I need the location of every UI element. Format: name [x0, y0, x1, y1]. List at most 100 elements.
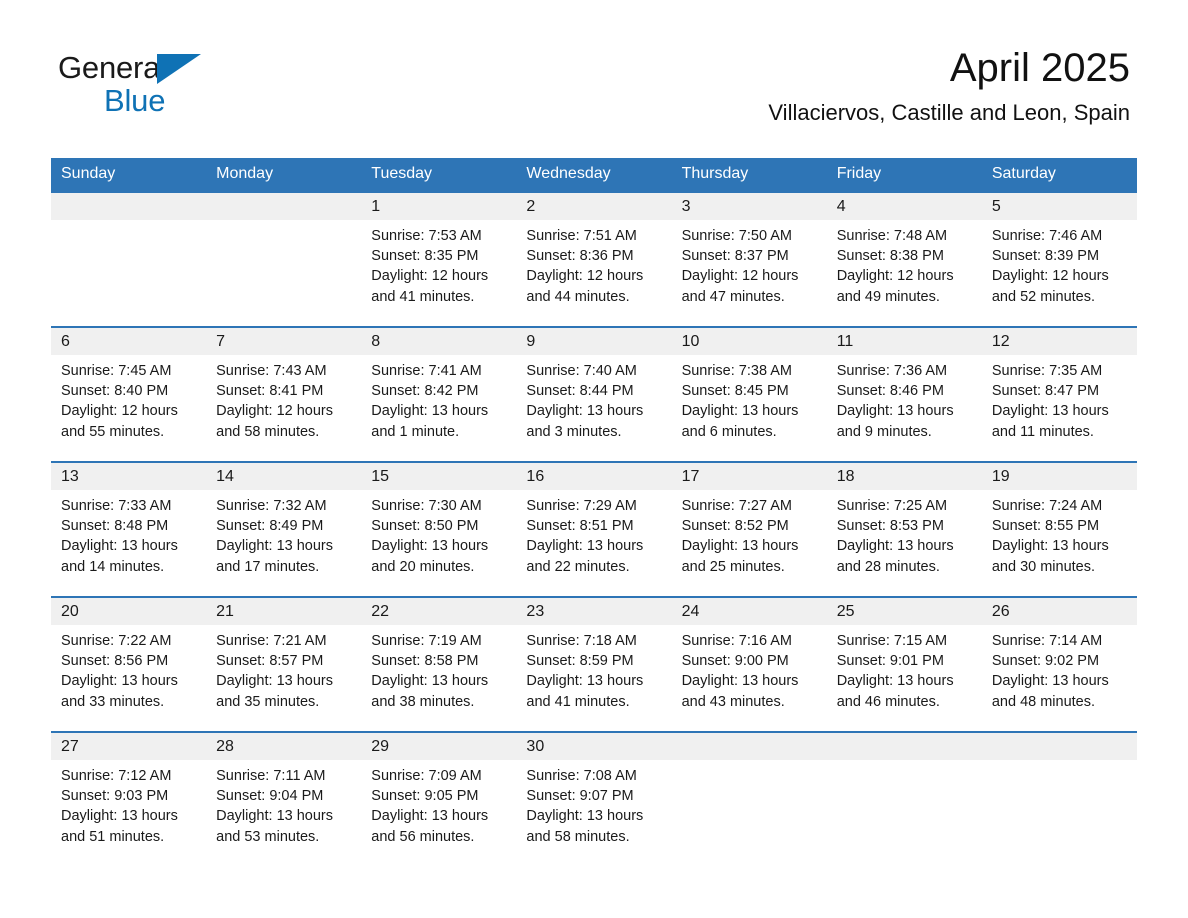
calendar-day-cell[interactable]: 12 Sunrise: 7:35 AM Sunset: 8:47 PM Dayligh…: [981, 326, 1137, 462]
daylight-text-line1: Daylight: 13 hours: [371, 673, 489, 690]
daylight-text-line2: and 56 minutes.: [371, 828, 475, 845]
daylight-text-line1: Daylight: 13 hours: [61, 673, 178, 690]
day-cell-details: Sunrise: 7:14 AM Sunset: 9:02 PM Daylight:…: [982, 625, 1137, 712]
daylight-text-line1: Daylight: 13 hours: [216, 808, 334, 825]
day-number: [981, 733, 1137, 760]
sunset-text: Sunset: 8:49 PM: [216, 518, 324, 535]
day-cell-inner: 29 Sunrise: 7:09 AM Sunset: 9:05 PM Dayligh…: [361, 733, 517, 866]
sunrise-text: Sunrise: 7:19 AM: [371, 633, 482, 649]
daylight-text-line1: Daylight: 12 hours: [681, 268, 799, 285]
calendar-day-cell[interactable]: 11 Sunrise: 7:36 AM Sunset: 8:46 PM Dayligh…: [826, 326, 982, 462]
daylight-text-line2: and 55 minutes.: [61, 423, 165, 440]
calendar-day-cell[interactable]: 14 Sunrise: 7:32 AM Sunset: 8:49 PM Dayligh…: [206, 461, 362, 597]
calendar-day-cell[interactable]: 7 Sunrise: 7:43 AM Sunset: 8:41 PM Daylight…: [206, 326, 362, 462]
calendar-day-cell[interactable]: 6 Sunrise: 7:45 AM Sunset: 8:40 PM Daylight…: [51, 326, 207, 462]
day-cell-details: Sunrise: 7:51 AM Sunset: 8:36 PM Daylight:…: [516, 220, 671, 307]
day-number: 11: [826, 328, 982, 355]
sunrise-text: Sunrise: 7:51 AM: [526, 228, 637, 244]
calendar-day-cell[interactable]: 25 Sunrise: 7:15 AM Sunset: 9:01 PM Dayligh…: [826, 596, 982, 732]
daylight-text-line2: and 43 minutes.: [681, 693, 785, 710]
day-cell-inner: 11 Sunrise: 7:36 AM Sunset: 8:46 PM Dayligh…: [826, 328, 982, 461]
day-cell-inner: [206, 193, 362, 326]
sunrise-text: Sunrise: 7:33 AM: [61, 498, 172, 514]
calendar-day-cell[interactable]: 13 Sunrise: 7:33 AM Sunset: 8:48 PM Dayligh…: [51, 461, 207, 597]
calendar-day-cell[interactable]: 3 Sunrise: 7:50 AM Sunset: 8:37 PM Daylight…: [671, 191, 827, 327]
daylight-text-line2: and 28 minutes.: [836, 558, 940, 575]
sunset-text: Sunset: 8:41 PM: [216, 383, 324, 400]
daylight-text-line2: and 51 minutes.: [61, 828, 165, 845]
calendar-day-cell[interactable]: 30 Sunrise: 7:08 AM Sunset: 9:07 PM Dayligh…: [516, 731, 672, 866]
sunrise-text: Sunrise: 7:11 AM: [216, 768, 326, 784]
sunrise-text: Sunrise: 7:22 AM: [61, 633, 172, 649]
sunset-text: Sunset: 8:37 PM: [681, 248, 789, 265]
calendar-day-cell[interactable]: 29 Sunrise: 7:09 AM Sunset: 9:05 PM Dayligh…: [361, 731, 517, 866]
calendar-empty-cell: [206, 191, 362, 327]
page-title: April 2025: [949, 46, 1130, 90]
sunrise-text: Sunrise: 7:15 AM: [836, 633, 948, 649]
day-cell-inner: 3 Sunrise: 7:50 AM Sunset: 8:37 PM Daylight…: [671, 193, 827, 326]
day-cell-inner: 6 Sunrise: 7:45 AM Sunset: 8:40 PM Daylight…: [51, 328, 207, 461]
daylight-text-line1: Daylight: 13 hours: [836, 403, 954, 420]
daylight-text-line1: Daylight: 12 hours: [991, 268, 1109, 285]
daylight-text-line2: and 35 minutes.: [216, 693, 320, 710]
calendar-day-cell[interactable]: 24 Sunrise: 7:16 AM Sunset: 9:00 PM Dayligh…: [671, 596, 827, 732]
sunset-text: Sunset: 8:58 PM: [371, 653, 479, 670]
day-cell-details: Sunrise: 7:16 AM Sunset: 9:00 PM Daylight:…: [672, 625, 827, 712]
daylight-text-line2: and 52 minutes.: [991, 288, 1096, 305]
calendar-day-cell[interactable]: 2 Sunrise: 7:51 AM Sunset: 8:36 PM Daylight…: [516, 191, 672, 327]
daylight-text-line1: Daylight: 13 hours: [681, 403, 799, 420]
calendar-day-cell[interactable]: 23 Sunrise: 7:18 AM Sunset: 8:59 PM Dayligh…: [516, 596, 672, 732]
day-cell-inner: [981, 733, 1137, 866]
calendar-day-cell[interactable]: 19 Sunrise: 7:24 AM Sunset: 8:55 PM Dayligh…: [981, 461, 1137, 597]
calendar-week-row: 1 Sunrise: 7:53 AM Sunset: 8:35 PM Daylight…: [51, 191, 1137, 327]
daylight-text-line1: Daylight: 12 hours: [526, 268, 644, 285]
day-number: 30: [516, 733, 672, 760]
calendar-week-row: 27 Sunrise: 7:12 AM Sunset: 9:03 PM Dayligh…: [51, 731, 1137, 866]
daylight-text-line2: and 33 minutes.: [61, 693, 165, 710]
daylight-text-line1: Daylight: 13 hours: [991, 538, 1109, 555]
sunrise-text: Sunrise: 7:43 AM: [216, 363, 327, 379]
day-cell-details: Sunrise: 7:32 AM Sunset: 8:49 PM Daylight:…: [206, 490, 361, 577]
sunset-text: Sunset: 8:46 PM: [836, 383, 944, 400]
sunrise-text: Sunrise: 7:30 AM: [371, 498, 482, 514]
daylight-text-line2: and 30 minutes.: [991, 558, 1096, 575]
day-cell-details: Sunrise: 7:36 AM Sunset: 8:46 PM Daylight:…: [827, 355, 982, 442]
sunset-text: Sunset: 8:48 PM: [61, 518, 169, 535]
day-cell-details: Sunrise: 7:46 AM Sunset: 8:39 PM Daylight:…: [982, 220, 1137, 307]
calendar-day-cell[interactable]: 20 Sunrise: 7:22 AM Sunset: 8:56 PM Dayligh…: [51, 596, 207, 732]
sunset-text: Sunset: 9:02 PM: [991, 653, 1100, 670]
day-number: [51, 193, 207, 220]
sunset-text: Sunset: 8:38 PM: [836, 248, 944, 265]
calendar-day-cell[interactable]: 26 Sunrise: 7:14 AM Sunset: 9:02 PM Dayligh…: [981, 596, 1137, 732]
sunrise-text: Sunrise: 7:27 AM: [681, 498, 792, 514]
calendar-day-cell[interactable]: 5 Sunrise: 7:46 AM Sunset: 8:39 PM Daylight…: [981, 191, 1137, 327]
day-cell-details: Sunrise: 7:38 AM Sunset: 8:45 PM Daylight:…: [672, 355, 827, 442]
sunset-text: Sunset: 8:51 PM: [526, 518, 634, 535]
day-cell-inner: 22 Sunrise: 7:19 AM Sunset: 8:58 PM Dayligh…: [361, 598, 517, 731]
calendar-day-cell[interactable]: 16 Sunrise: 7:29 AM Sunset: 8:51 PM Dayligh…: [516, 461, 672, 597]
sunset-text: Sunset: 8:53 PM: [836, 518, 944, 535]
calendar-day-cell[interactable]: 21 Sunrise: 7:21 AM Sunset: 8:57 PM Dayligh…: [206, 596, 362, 732]
calendar-day-cell[interactable]: 8 Sunrise: 7:41 AM Sunset: 8:42 PM Daylight…: [361, 326, 517, 462]
calendar-day-cell[interactable]: 28 Sunrise: 7:11 AM Sunset: 9:04 PM Dayligh…: [206, 731, 362, 866]
day-number: [671, 733, 827, 760]
daylight-text-line2: and 58 minutes.: [526, 828, 630, 845]
calendar-day-cell[interactable]: 22 Sunrise: 7:19 AM Sunset: 8:58 PM Dayligh…: [361, 596, 517, 732]
daylight-text-line2: and 25 minutes.: [681, 558, 785, 575]
day-cell-details: Sunrise: 7:27 AM Sunset: 8:52 PM Daylight:…: [672, 490, 827, 577]
day-number: 29: [361, 733, 517, 760]
calendar-day-cell[interactable]: 10 Sunrise: 7:38 AM Sunset: 8:45 PM Dayligh…: [671, 326, 827, 462]
sunrise-text: Sunrise: 7:14 AM: [991, 633, 1103, 649]
day-cell-details: Sunrise: 7:43 AM Sunset: 8:41 PM Daylight:…: [206, 355, 361, 442]
calendar-day-cell[interactable]: 4 Sunrise: 7:48 AM Sunset: 8:38 PM Daylight…: [826, 191, 982, 327]
calendar-day-cell[interactable]: 27 Sunrise: 7:12 AM Sunset: 9:03 PM Dayligh…: [51, 731, 207, 866]
calendar-day-cell[interactable]: 9 Sunrise: 7:40 AM Sunset: 8:44 PM Daylight…: [516, 326, 672, 462]
calendar-day-cell[interactable]: 1 Sunrise: 7:53 AM Sunset: 8:35 PM Daylight…: [361, 191, 517, 327]
calendar-day-cell[interactable]: 18 Sunrise: 7:25 AM Sunset: 8:53 PM Dayligh…: [826, 461, 982, 597]
day-cell-details: Sunrise: 7:53 AM Sunset: 8:35 PM Daylight:…: [361, 220, 516, 307]
calendar-day-cell[interactable]: 17 Sunrise: 7:27 AM Sunset: 8:52 PM Dayligh…: [671, 461, 827, 597]
day-cell-inner: 28 Sunrise: 7:11 AM Sunset: 9:04 PM Dayligh…: [206, 733, 362, 866]
day-number: 3: [671, 193, 827, 220]
sunrise-text: Sunrise: 7:08 AM: [526, 768, 637, 784]
calendar-day-cell[interactable]: 15 Sunrise: 7:30 AM Sunset: 8:50 PM Dayligh…: [361, 461, 517, 597]
